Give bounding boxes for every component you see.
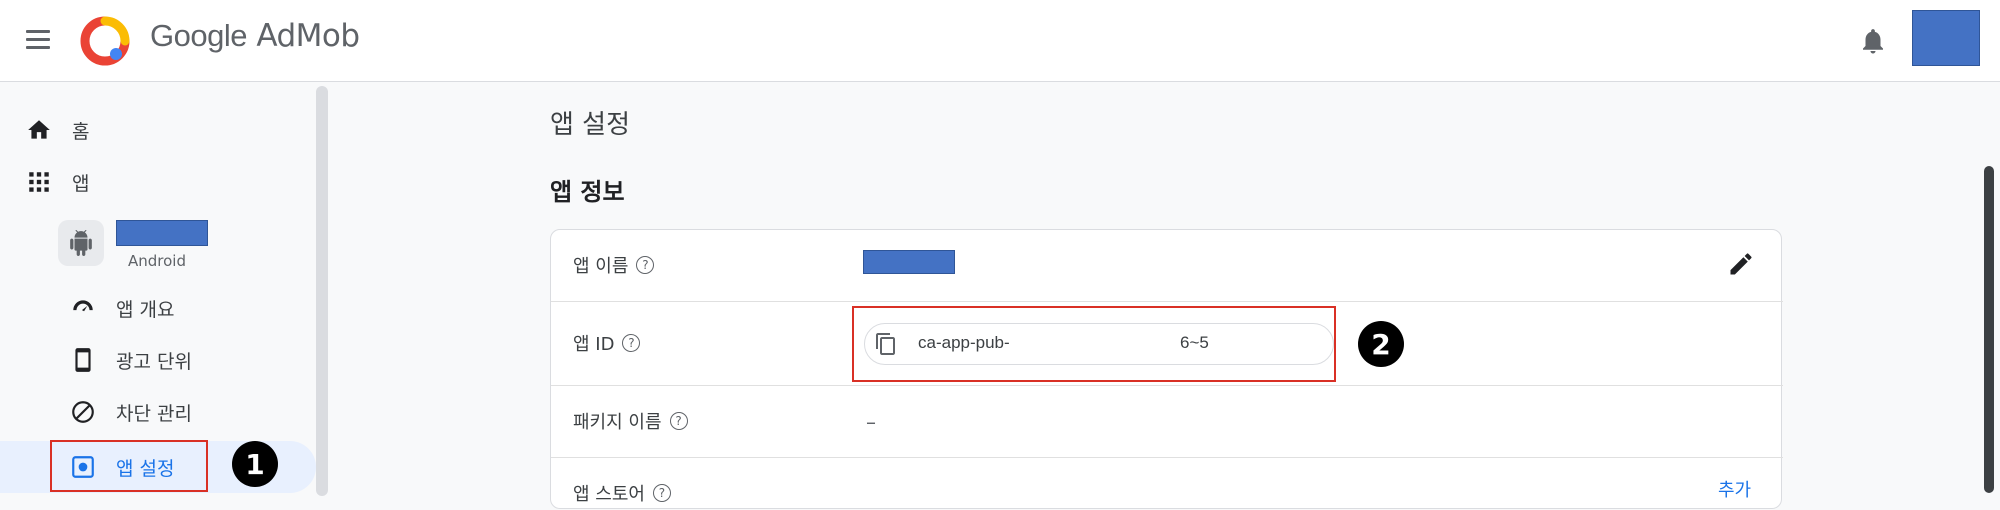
top-app-bar: Google AdMob	[0, 0, 2000, 82]
brand-product: AdMob	[256, 18, 360, 54]
apps-grid-icon	[29, 172, 49, 192]
app-platform-label: Android	[128, 252, 186, 270]
page-title: 앱 설정	[550, 110, 631, 140]
sidebar-item-label: 차단 관리	[116, 402, 192, 425]
row-label: 앱 이름 ?	[573, 252, 655, 278]
help-icon[interactable]: ?	[669, 412, 688, 430]
sidebar-item-home[interactable]: 홈	[0, 106, 316, 154]
app-store-label: 앱 스토어	[573, 484, 645, 505]
bell-icon[interactable]	[1858, 26, 1888, 56]
sidebar-item-label: 앱	[72, 172, 90, 195]
row-app-name: 앱 이름 ?	[551, 230, 1783, 302]
help-icon[interactable]: ?	[622, 334, 641, 352]
sidebar-scrollbar[interactable]	[316, 86, 328, 496]
brand-name: Google AdMob	[150, 18, 360, 54]
sidebar-item-label: 광고 단위	[116, 350, 192, 373]
app-entry[interactable]: Android	[58, 220, 308, 284]
app-name-label: 앱 이름	[573, 256, 629, 277]
row-app-store: 앱 스토어 ?	[551, 458, 1783, 510]
highlight-box-1	[50, 440, 208, 492]
app-store-add-link[interactable]: 추가	[1718, 476, 1751, 502]
app-id-label: 앱 ID	[573, 334, 615, 355]
section-title: 앱 정보	[550, 178, 625, 206]
home-icon	[28, 120, 50, 139]
edit-pencil-icon[interactable]	[1727, 250, 1755, 278]
row-label: 앱 스토어 ?	[573, 480, 671, 506]
app-name-value-redacted	[863, 250, 955, 274]
admob-logo[interactable]	[80, 16, 130, 66]
block-icon	[72, 401, 94, 423]
sidebar-item-label: 앱 개요	[116, 298, 175, 321]
step-badge-1: 1	[232, 441, 278, 487]
android-icon	[58, 220, 104, 266]
help-icon[interactable]: ?	[636, 256, 655, 274]
sidebar-item-ad-units[interactable]: 광고 단위	[0, 336, 316, 384]
help-icon[interactable]: ?	[652, 484, 671, 502]
sidebar-item-label: 홈	[72, 120, 90, 143]
highlight-box-2	[852, 306, 1336, 382]
brand-google: Google	[150, 18, 247, 53]
sidebar-item-app-overview[interactable]: 앱 개요	[0, 284, 316, 332]
speedometer-icon	[73, 300, 93, 312]
mobile-device-icon	[75, 348, 91, 372]
row-package-name: 패키지 이름 ?	[551, 386, 1783, 458]
package-name-label: 패키지 이름	[573, 412, 662, 433]
main-scrollbar[interactable]	[1984, 166, 1994, 493]
row-label: 앱 ID ?	[573, 330, 641, 356]
step-badge-2: 2	[1358, 321, 1404, 367]
sidebar-item-blocking-controls[interactable]: 차단 관리	[0, 388, 316, 436]
package-name-value: –	[866, 410, 876, 434]
sidebar-item-apps[interactable]: 앱	[0, 158, 316, 206]
app-name-redacted	[116, 220, 208, 246]
hamburger-menu-icon[interactable]	[22, 24, 54, 56]
account-avatar[interactable]	[1912, 10, 1980, 66]
row-label: 패키지 이름 ?	[573, 408, 688, 434]
